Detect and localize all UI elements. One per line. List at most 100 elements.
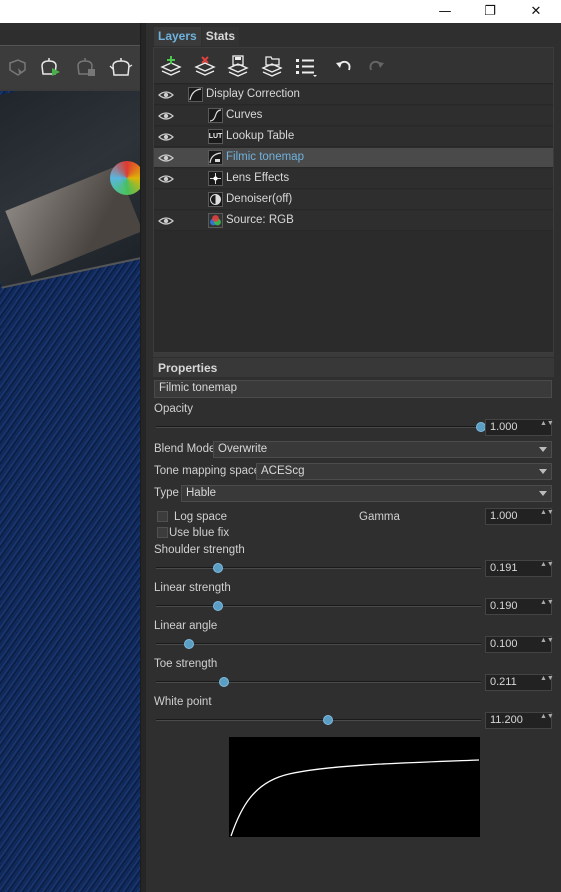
tab-layers[interactable]: Layers	[154, 27, 201, 46]
redo-icon[interactable]	[362, 54, 390, 78]
tab-stats[interactable]: Stats	[201, 27, 240, 46]
window-title-bar: — ❐ ✕	[0, 0, 561, 23]
gamma-label: Gamma	[359, 511, 400, 523]
shoulder-strength-slider[interactable]	[156, 563, 481, 573]
layer-name: Filmic tonemap	[226, 151, 304, 163]
white-point-knob[interactable]	[323, 715, 334, 725]
add-layer-icon[interactable]	[157, 54, 185, 78]
tonemap-curve-preview	[229, 737, 480, 837]
type-value: Hable	[186, 487, 217, 499]
spin-arrows-icon[interactable]: ▲▼	[540, 561, 554, 576]
filmic-icon	[208, 150, 223, 165]
eye-icon[interactable]	[158, 88, 174, 102]
shoulder-strength-label: Shoulder strength	[154, 544, 245, 556]
blend-mode-value: Overwrite	[218, 443, 268, 455]
layer-row-selected[interactable]: Filmic tonemap	[154, 148, 553, 168]
linear-angle-label: Linear angle	[154, 620, 218, 632]
use-blue-fix-checkbox[interactable]	[157, 527, 168, 538]
shoulder-strength-spinbox[interactable]: 0.191 ▲▼	[485, 560, 554, 577]
linear-angle-knob[interactable]	[183, 639, 194, 649]
stop-render-icon[interactable]	[74, 57, 100, 79]
delete-layer-icon[interactable]	[191, 54, 219, 78]
lut-icon: LUT	[208, 129, 223, 144]
layers-list-container: Display Correction Curves LUT Lookup Tab…	[153, 47, 554, 353]
linear-strength-knob[interactable]	[212, 601, 223, 611]
layer-name: Lens Effects	[226, 172, 290, 184]
eye-icon[interactable]	[158, 172, 174, 186]
white-point-slider[interactable]	[156, 715, 481, 725]
toe-strength-value: 0.211	[490, 676, 517, 688]
curve-group-icon	[188, 87, 203, 102]
viewport-pane	[0, 23, 146, 892]
gamma-spinbox[interactable]: 1.000 ▲▼	[485, 508, 554, 525]
close-button[interactable]: ✕	[513, 0, 559, 23]
spin-arrows-icon[interactable]: ▲▼	[540, 420, 554, 435]
render-viewport-image[interactable]	[0, 91, 140, 892]
chevron-down-icon	[539, 491, 547, 496]
panel-tabs: Layers Stats	[154, 27, 240, 46]
log-space-checkbox[interactable]	[157, 511, 168, 522]
linear-angle-slider[interactable]	[156, 639, 481, 649]
toe-strength-slider[interactable]	[156, 677, 481, 687]
layer-list-menu-icon[interactable]	[292, 54, 320, 78]
rgb-source-icon	[208, 213, 223, 228]
spin-arrows-icon[interactable]: ▲▼	[540, 637, 554, 652]
layer-row[interactable]: Display Correction	[154, 85, 553, 105]
log-space-label: Log space	[174, 511, 228, 523]
layers-toolbar	[154, 48, 553, 84]
tone-mapping-space-dropdown[interactable]: ACEScg	[256, 463, 552, 480]
linear-strength-label: Linear strength	[154, 582, 231, 594]
denoiser-icon	[208, 192, 223, 207]
toe-strength-spinbox[interactable]: 0.211 ▲▼	[485, 674, 554, 691]
start-render-icon[interactable]	[38, 57, 64, 79]
layer-row[interactable]: LUT Lookup Table	[154, 127, 553, 147]
spin-arrows-icon[interactable]: ▲▼	[540, 599, 554, 614]
layer-row[interactable]: Lens Effects	[154, 169, 553, 189]
linear-angle-spinbox[interactable]: 0.100 ▲▼	[485, 636, 554, 653]
white-point-label: White point	[154, 696, 212, 708]
linear-angle-value: 0.100	[490, 638, 518, 650]
render-region-icon[interactable]	[4, 57, 30, 79]
shoulder-strength-value: 0.191	[490, 562, 518, 574]
eye-icon[interactable]	[158, 130, 174, 144]
linear-strength-slider[interactable]	[156, 601, 481, 611]
tone-mapping-space-label: Tone mapping space	[154, 465, 261, 477]
undo-icon[interactable]	[330, 54, 358, 78]
chevron-down-icon	[539, 447, 547, 452]
spin-arrows-icon[interactable]: ▲▼	[540, 713, 554, 728]
spin-arrows-icon[interactable]: ▲▼	[540, 675, 554, 690]
linear-strength-value: 0.190	[490, 600, 518, 612]
maximize-button[interactable]: ❐	[467, 0, 513, 23]
use-blue-fix-label: Use blue fix	[169, 527, 230, 539]
toe-strength-knob[interactable]	[219, 677, 230, 687]
shoulder-strength-knob[interactable]	[212, 563, 223, 573]
toe-strength-label: Toe strength	[154, 658, 218, 670]
layer-name-field[interactable]: Filmic tonemap	[154, 380, 552, 398]
eye-icon[interactable]	[158, 214, 174, 228]
blend-mode-dropdown[interactable]: Overwrite	[213, 441, 552, 458]
layer-row[interactable]: Denoiser(off)	[154, 190, 553, 210]
teapot-render-icon[interactable]	[108, 57, 134, 79]
spin-arrows-icon[interactable]: ▲▼	[540, 509, 554, 524]
white-point-spinbox[interactable]: 11.200 ▲▼	[485, 712, 554, 729]
white-point-value: 11.200	[490, 714, 523, 726]
save-layers-icon[interactable]	[224, 54, 252, 78]
render-toolbar	[0, 47, 140, 89]
layer-row[interactable]: Source: RGB	[154, 211, 553, 231]
gamma-value: 1.000	[490, 510, 518, 522]
type-dropdown[interactable]: Hable	[181, 485, 552, 502]
opacity-value: 1.000	[490, 421, 518, 433]
eye-icon[interactable]	[158, 109, 174, 123]
opacity-spinbox[interactable]: 1.000 ▲▼	[485, 419, 554, 436]
load-layers-icon[interactable]	[258, 54, 286, 78]
panel-splitter[interactable]	[153, 353, 554, 357]
properties-panel: Properties Filmic tonemap Opacity 1.000 ▲…	[153, 358, 554, 892]
linear-strength-spinbox[interactable]: 0.190 ▲▼	[485, 598, 554, 615]
render-color-highlight	[110, 161, 140, 195]
minimize-button[interactable]: —	[422, 0, 468, 23]
eye-icon[interactable]	[158, 151, 174, 165]
layer-row[interactable]: Curves	[154, 106, 553, 126]
opacity-slider[interactable]	[156, 422, 486, 432]
layer-name: Lookup Table	[226, 130, 295, 142]
layer-name: Source: RGB	[226, 214, 294, 226]
